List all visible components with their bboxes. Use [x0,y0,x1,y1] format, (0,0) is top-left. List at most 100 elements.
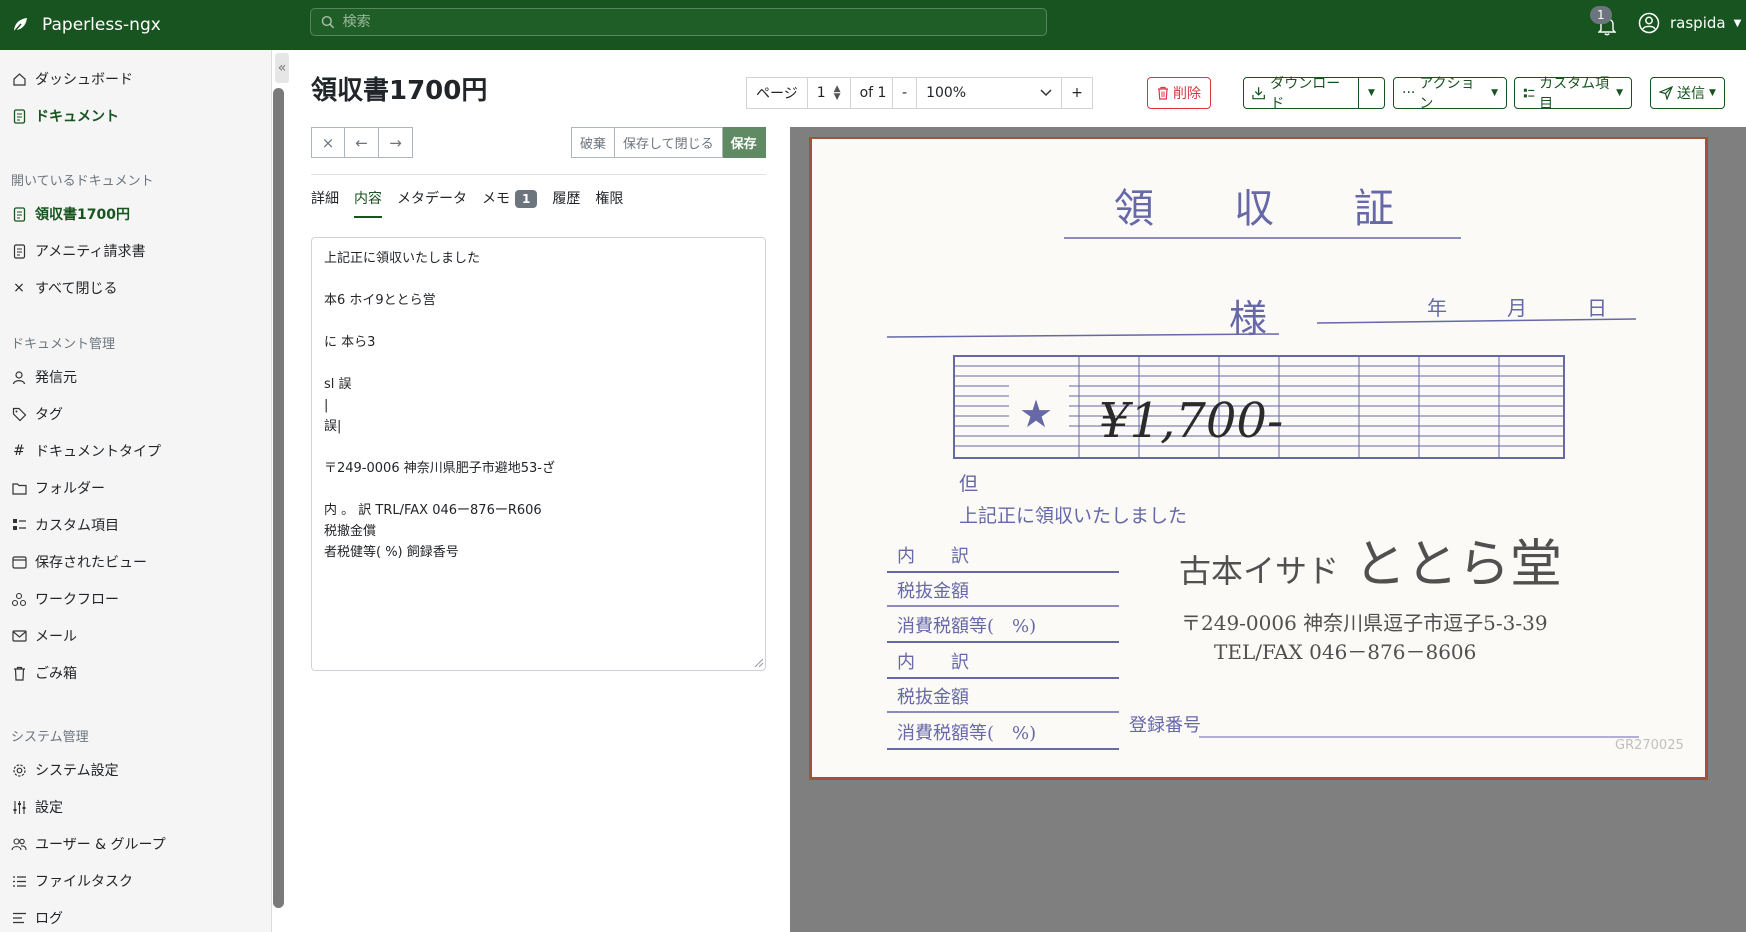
user-name: raspida [1670,14,1726,32]
sidebar-item-tags[interactable]: タグ [11,404,63,424]
sidebar-item-system-settings[interactable]: システム設定 [11,760,119,780]
system-heading: システム管理 [11,730,89,745]
save-and-close-button[interactable]: 保存して閉じる [615,127,723,158]
receipt-zeinuki-2: 税抜金額 [897,687,969,708]
sidebar-item-trash[interactable]: ごみ箱 [11,663,77,683]
zoom-control: - 100% + [892,77,1093,109]
chevron-down-icon: ▼ [1733,17,1742,29]
person-icon [11,369,27,385]
sidebar-item-label: 保存されたビュー [35,555,147,571]
sidebar-item-saved-views[interactable]: 保存されたビュー [11,552,147,572]
page-title: 領収書1700円 [311,76,488,106]
receipt-zeinuki-1: 税抜金額 [897,581,969,602]
user-menu[interactable]: raspida ▼ [1638,12,1741,34]
caret-down-icon: ▼ [1368,88,1375,98]
tab-metadata[interactable]: メタデータ [397,188,467,218]
send-icon [1659,86,1673,100]
close-document-button[interactable]: × [311,127,345,158]
tab-history[interactable]: 履歴 [552,188,580,218]
save-button[interactable]: 保存 [722,127,766,158]
search-input[interactable] [342,14,1046,30]
send-group: 送信 ▼ [1650,77,1725,109]
receipt-shop-name: ととら堂 [1354,535,1562,595]
download-button[interactable]: ダウンロード [1243,76,1359,112]
sidebar-scrollbar[interactable] [273,88,284,908]
sidebar-item-workflows[interactable]: ワークフロー [11,589,119,609]
sidebar-item-label: ドキュメントタイプ [35,444,161,460]
actions-label: アクション [1419,76,1475,112]
download-dropdown-toggle[interactable]: ▼ [1359,77,1385,109]
sidebar-item-open-doc-amenity[interactable]: アメニティ請求書 [11,241,145,261]
receipt-tel: TEL/FAX 046－876－8606 [1214,640,1476,664]
tab-details[interactable]: 詳細 [311,188,339,218]
people-icon [11,836,27,852]
close-icon: × [13,280,25,296]
sidebar-item-label: システム設定 [35,763,119,779]
download-label: ダウンロード [1270,76,1341,112]
app-name: Paperless-ngx [42,15,161,35]
page-number-value: 1 [816,85,826,101]
custom-fields-dropdown-button[interactable]: カスタム項目 ▼ [1514,76,1632,112]
receipt-date: 年 月 日 [1427,296,1607,320]
notes-count-badge: 1 [515,190,538,208]
receipt-shohizei-1: 消費税額等( %) [897,616,1036,637]
document-tabs: 詳細 内容 メタデータ メモ 1 履歴 権限 [311,188,638,218]
brand[interactable]: Paperless-ngx [0,15,310,35]
sidebar-item-label: アメニティ請求書 [35,244,146,260]
sidebar-item-correspondents[interactable]: 発信元 [11,367,77,387]
sidebar-item-open-doc-receipt[interactable]: 領収書1700円 [11,204,130,224]
document-management-heading: ドキュメント管理 [11,337,116,352]
receipt-handwritten-amount: ¥1,700- [1099,393,1283,449]
sidebar-item-file-tasks[interactable]: ファイルタスク [11,871,133,891]
actions-group: ··· アクション ▼ [1393,76,1507,112]
sidebar-item-folders[interactable]: フォルダー [11,478,105,498]
sidebar-item-custom-fields[interactable]: カスタム項目 [11,515,119,535]
zoom-in-button[interactable]: + [1062,77,1093,109]
sidebar-item-dashboard[interactable]: ダッシュボード [11,69,133,89]
sidebar-item-label: タグ [35,407,63,423]
receipt-image: 領 収 証 様 年 月 日 ★ 但 上記正に領収いたしました 内 訳 税抜金額 … [809,137,1708,780]
receipt-shop-prefix: 古本イサド [1179,552,1339,590]
sidebar-item-users-groups[interactable]: ユーザー & グループ [11,834,166,854]
custom-fields-label: カスタム項目 [1539,76,1610,112]
document-icon [11,108,27,124]
actions-dropdown-button[interactable]: ··· アクション ▼ [1393,76,1507,112]
open-documents-heading: 開いているドキュメント [11,174,154,189]
sidebar-item-label: ワークフロー [35,592,119,608]
sidebar-item-documents[interactable]: ドキュメント [11,106,119,126]
receipt-uchiwake-2: 内 訳 [897,652,969,673]
delete-button[interactable]: 削除 [1147,77,1211,109]
resize-handle-icon[interactable] [752,656,764,668]
tab-notes[interactable]: メモ 1 [482,188,538,218]
discard-button[interactable]: 破棄 [571,127,616,158]
tab-content[interactable]: 内容 [354,188,382,218]
content-textarea[interactable]: 上記正に領収いたしました 本6 ホイ9ととら営 に 本ら3 sl 誤 | 誤| … [311,237,766,671]
sidebar-item-logs[interactable]: ログ [11,908,63,928]
sidebar-item-label: フォルダー [35,481,105,497]
collapse-sidebar-button[interactable]: « [275,53,289,83]
leaf-logo-icon [12,18,27,34]
previous-document-button[interactable]: ← [345,127,379,158]
search-box[interactable] [310,8,1047,36]
sliders-icon [11,799,27,815]
sidebar-item-label: ユーザー & グループ [35,837,166,853]
ui-checks-icon [1523,88,1535,97]
window-icon [11,554,27,570]
send-dropdown-button[interactable]: 送信 ▼ [1650,77,1725,109]
next-document-button[interactable]: → [379,127,413,158]
caret-down-icon: ▼ [1491,88,1498,98]
sidebar-item-close-all[interactable]: × すべて閉じる [11,278,117,298]
folder-icon [11,480,27,496]
sidebar-item-mail[interactable]: メール [11,626,77,646]
tab-permissions[interactable]: 権限 [595,188,623,218]
notifications-button[interactable]: 1 [1590,6,1620,40]
receipt-received-text: 上記正に領収いたしました [959,505,1187,527]
page-number-input[interactable]: 1 ▲ ▼ [807,77,851,109]
zoom-out-button[interactable]: - [892,77,918,109]
sidebar-item-settings[interactable]: 設定 [11,797,63,817]
zoom-select[interactable]: 100% [917,77,1063,109]
spinner-icon[interactable]: ▲ ▼ [834,85,841,102]
toolbar-divider [311,174,766,175]
sidebar-item-label: 領収書1700円 [35,207,130,223]
sidebar-item-document-types[interactable]: # ドキュメントタイプ [11,441,161,461]
